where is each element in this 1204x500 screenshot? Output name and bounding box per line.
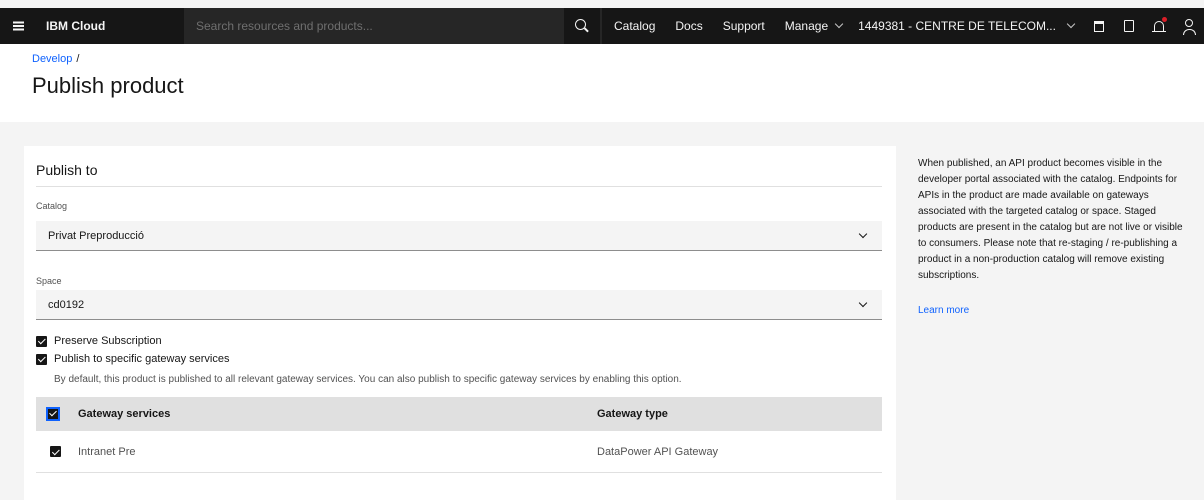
nav-manage-label: Manage: [784, 19, 829, 33]
publish-specific-gateways-checkbox[interactable]: Publish to specific gateway services: [36, 353, 229, 365]
notifications-button[interactable]: [1144, 8, 1174, 44]
profile-button[interactable]: [1174, 8, 1204, 44]
document-icon: [1123, 20, 1134, 32]
space-select[interactable]: cd0192: [36, 290, 882, 320]
gateway-service-name: Intranet Pre: [78, 445, 136, 458]
chevron-down-icon: [1066, 19, 1076, 29]
breadcrumb: Develop /: [32, 53, 79, 65]
table-row[interactable]: Intranet Pre DataPower API Gateway: [36, 431, 882, 473]
chevron-down-icon: [858, 298, 868, 308]
breadcrumb-separator: /: [76, 53, 80, 65]
publish-form-card: Publish to Catalog Privat Preproducció S…: [24, 146, 896, 500]
search-placeholder: Search resources and products...: [196, 19, 373, 33]
helper-text: By default, this product is published to…: [54, 374, 682, 385]
column-header-gateway-services[interactable]: Gateway services: [78, 397, 170, 431]
space-value: cd0192: [48, 298, 85, 311]
publish-info-text: When published, an API product becomes v…: [918, 158, 1183, 281]
breadcrumb-develop-link[interactable]: Develop: [32, 53, 72, 65]
search-input[interactable]: Search resources and products...: [184, 8, 602, 44]
account-label: 1449381 - CENTRE DE TELECOM...: [858, 19, 1056, 33]
nav-support[interactable]: Support: [713, 8, 775, 44]
page-header: Develop / Publish product: [0, 44, 1204, 122]
nav-manage[interactable]: Manage: [775, 8, 852, 44]
top-navigation-bar: IBM Cloud Search resources and products.…: [0, 8, 1204, 44]
catalog-value: Privat Preproducció: [48, 229, 144, 242]
menu-icon[interactable]: [0, 8, 36, 44]
publish-specific-gateways-label: Publish to specific gateway services: [54, 353, 230, 365]
bell-icon: [1151, 21, 1166, 32]
notification-dot: [1161, 17, 1167, 22]
calculator-icon: [1093, 20, 1104, 32]
table-header: Gateway services Gateway type: [36, 397, 882, 431]
catalog-label: Catalog: [36, 201, 68, 211]
chevron-down-icon: [858, 229, 868, 239]
gateway-type-value: DataPower API Gateway: [597, 445, 719, 458]
account-switcher[interactable]: 1449381 - CENTRE DE TELECOM...: [852, 8, 1084, 44]
divider: [36, 186, 882, 187]
select-all-checkbox[interactable]: [46, 407, 60, 421]
row-checkbox[interactable]: [50, 446, 61, 457]
space-label: Space: [36, 276, 62, 286]
preserve-subscription-label: Preserve Subscription: [54, 335, 162, 347]
user-icon: [1182, 19, 1196, 35]
section-title: Publish to: [36, 162, 98, 178]
nav-docs[interactable]: Docs: [665, 8, 712, 44]
checkbox-checked-icon: [36, 353, 47, 365]
chevron-down-icon: [834, 19, 844, 29]
page-title: Publish product: [32, 73, 184, 98]
column-header-gateway-type[interactable]: Gateway type: [597, 397, 668, 431]
brand-name[interactable]: IBM Cloud: [36, 19, 184, 33]
learn-more-link[interactable]: Learn more: [918, 305, 969, 316]
catalog-select[interactable]: Privat Preproducció: [36, 221, 882, 251]
preserve-subscription-checkbox[interactable]: Preserve Subscription: [36, 335, 162, 347]
checkbox-checked-icon: [36, 335, 47, 347]
nav-catalog[interactable]: Catalog: [602, 8, 665, 44]
nav-links: Catalog Docs Support Manage: [602, 8, 852, 44]
search-icon[interactable]: [564, 8, 600, 44]
cost-estimator-button[interactable]: [1084, 8, 1114, 44]
docs-button[interactable]: [1114, 8, 1144, 44]
